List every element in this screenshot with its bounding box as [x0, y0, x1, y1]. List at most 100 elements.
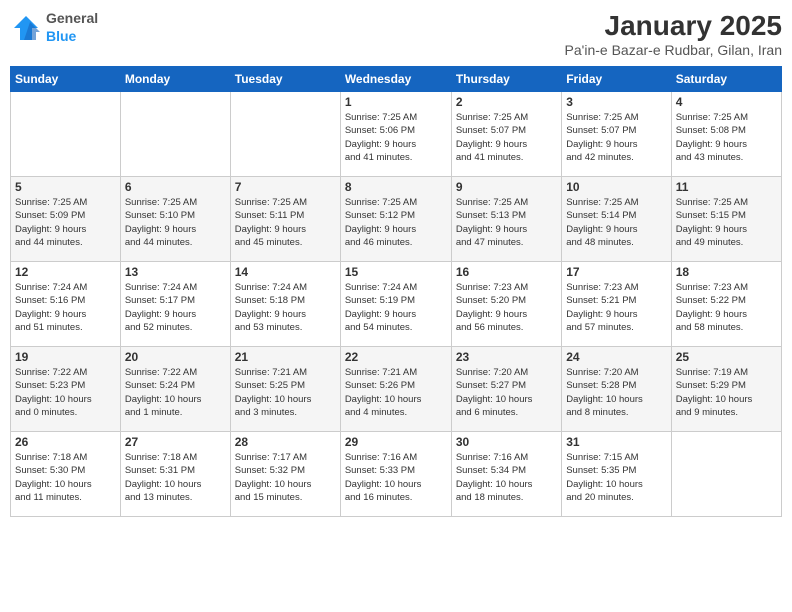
cell-week5-day2: 27 Sunrise: 7:18 AM Sunset: 5:31 PM Dayli… — [120, 432, 230, 517]
cell-week2-day1: 5Sunrise: 7:25 AM Sunset: 5:09 PM Daylig… — [11, 177, 121, 262]
day-info: Sunrise: 7:21 AM Sunset: 5:26 PM Dayligh… — [345, 366, 447, 419]
cell-week3-day6: 17 Sunrise: 7:23 AM Sunset: 5:21 PM Dayli… — [562, 262, 671, 347]
cell-week2-day5: 9Sunrise: 7:25 AM Sunset: 5:13 PM Daylig… — [451, 177, 561, 262]
cell-week1-day7: 4 Sunrise: 7:25 AM Sunset: 5:08 PM Daylig… — [671, 92, 781, 177]
cell-week4-day5: 23 Sunrise: 7:20 AM Sunset: 5:27 PM Dayli… — [451, 347, 561, 432]
main-title: January 2025 — [565, 10, 782, 42]
logo-icon — [10, 14, 42, 42]
day-info: Sunrise: 7:22 AM Sunset: 5:23 PM Dayligh… — [15, 366, 116, 419]
cell-week3-day2: 13 Sunrise: 7:24 AM Sunset: 5:17 PM Dayli… — [120, 262, 230, 347]
week-row-3: 12Sunrise: 7:24 AM Sunset: 5:16 PM Dayli… — [11, 262, 782, 347]
day-number: 13 — [125, 265, 226, 279]
day-info: Sunrise: 7:18 AM Sunset: 5:30 PM Dayligh… — [15, 451, 116, 504]
day-number: 10 — [566, 180, 666, 194]
week-row-5: 26 Sunrise: 7:18 AM Sunset: 5:30 PM Dayli… — [11, 432, 782, 517]
day-number: 2 — [456, 95, 557, 109]
day-number: 26 — [15, 435, 116, 449]
day-info: Sunrise: 7:25 AM Sunset: 5:08 PM Dayligh… — [676, 111, 777, 164]
week-row-4: 19 Sunrise: 7:22 AM Sunset: 5:23 PM Dayli… — [11, 347, 782, 432]
day-number: 1 — [345, 95, 447, 109]
day-info: Sunrise: 7:25 AM Sunset: 5:10 PM Dayligh… — [125, 196, 226, 249]
cell-week3-day7: 18 Sunrise: 7:23 AM Sunset: 5:22 PM Dayli… — [671, 262, 781, 347]
day-info: Sunrise: 7:25 AM Sunset: 5:11 PM Dayligh… — [235, 196, 336, 249]
calendar-header-row: Sunday Monday Tuesday Wednesday Thursday… — [11, 67, 782, 92]
header-saturday: Saturday — [671, 67, 781, 92]
header: General Blue January 2025 Pa'in-e Bazar-… — [10, 10, 782, 58]
cell-week5-day5: 30 Sunrise: 7:16 AM Sunset: 5:34 PM Dayli… — [451, 432, 561, 517]
cell-week1-day1 — [11, 92, 121, 177]
header-sunday: Sunday — [11, 67, 121, 92]
cell-week1-day5: 2 Sunrise: 7:25 AM Sunset: 5:07 PM Daylig… — [451, 92, 561, 177]
day-info: Sunrise: 7:24 AM Sunset: 5:17 PM Dayligh… — [125, 281, 226, 334]
day-number: 23 — [456, 350, 557, 364]
day-number: 15 — [345, 265, 447, 279]
header-monday: Monday — [120, 67, 230, 92]
cell-week5-day1: 26 Sunrise: 7:18 AM Sunset: 5:30 PM Dayli… — [11, 432, 121, 517]
day-info: Sunrise: 7:16 AM Sunset: 5:34 PM Dayligh… — [456, 451, 557, 504]
cell-week4-day6: 24Sunrise: 7:20 AM Sunset: 5:28 PM Dayli… — [562, 347, 671, 432]
day-number: 7 — [235, 180, 336, 194]
day-number: 21 — [235, 350, 336, 364]
day-number: 4 — [676, 95, 777, 109]
day-info: Sunrise: 7:25 AM Sunset: 5:07 PM Dayligh… — [566, 111, 666, 164]
day-info: Sunrise: 7:21 AM Sunset: 5:25 PM Dayligh… — [235, 366, 336, 419]
day-info: Sunrise: 7:19 AM Sunset: 5:29 PM Dayligh… — [676, 366, 777, 419]
week-row-1: 1 Sunrise: 7:25 AM Sunset: 5:06 PM Daylig… — [11, 92, 782, 177]
day-info: Sunrise: 7:25 AM Sunset: 5:07 PM Dayligh… — [456, 111, 557, 164]
calendar: Sunday Monday Tuesday Wednesday Thursday… — [10, 66, 782, 517]
day-number: 19 — [15, 350, 116, 364]
day-info: Sunrise: 7:25 AM Sunset: 5:15 PM Dayligh… — [676, 196, 777, 249]
day-info: Sunrise: 7:20 AM Sunset: 5:28 PM Dayligh… — [566, 366, 666, 419]
cell-week1-day6: 3Sunrise: 7:25 AM Sunset: 5:07 PM Daylig… — [562, 92, 671, 177]
cell-week2-day4: 8 Sunrise: 7:25 AM Sunset: 5:12 PM Daylig… — [340, 177, 451, 262]
cell-week2-day2: 6 Sunrise: 7:25 AM Sunset: 5:10 PM Daylig… — [120, 177, 230, 262]
day-number: 31 — [566, 435, 666, 449]
cell-week4-day3: 21 Sunrise: 7:21 AM Sunset: 5:25 PM Dayli… — [230, 347, 340, 432]
logo-general: General — [46, 10, 98, 26]
header-thursday: Thursday — [451, 67, 561, 92]
day-number: 8 — [345, 180, 447, 194]
day-info: Sunrise: 7:22 AM Sunset: 5:24 PM Dayligh… — [125, 366, 226, 419]
week-row-2: 5Sunrise: 7:25 AM Sunset: 5:09 PM Daylig… — [11, 177, 782, 262]
header-friday: Friday — [562, 67, 671, 92]
cell-week3-day5: 16Sunrise: 7:23 AM Sunset: 5:20 PM Dayli… — [451, 262, 561, 347]
cell-week5-day4: 29Sunrise: 7:16 AM Sunset: 5:33 PM Dayli… — [340, 432, 451, 517]
page: General Blue January 2025 Pa'in-e Bazar-… — [0, 0, 792, 612]
day-number: 14 — [235, 265, 336, 279]
cell-week2-day7: 11Sunrise: 7:25 AM Sunset: 5:15 PM Dayli… — [671, 177, 781, 262]
cell-week3-day3: 14 Sunrise: 7:24 AM Sunset: 5:18 PM Dayli… — [230, 262, 340, 347]
cell-week2-day3: 7 Sunrise: 7:25 AM Sunset: 5:11 PM Daylig… — [230, 177, 340, 262]
day-info: Sunrise: 7:25 AM Sunset: 5:13 PM Dayligh… — [456, 196, 557, 249]
day-info: Sunrise: 7:20 AM Sunset: 5:27 PM Dayligh… — [456, 366, 557, 419]
cell-week1-day2 — [120, 92, 230, 177]
day-number: 27 — [125, 435, 226, 449]
day-info: Sunrise: 7:25 AM Sunset: 5:12 PM Dayligh… — [345, 196, 447, 249]
header-wednesday: Wednesday — [340, 67, 451, 92]
day-info: Sunrise: 7:24 AM Sunset: 5:18 PM Dayligh… — [235, 281, 336, 334]
day-info: Sunrise: 7:24 AM Sunset: 5:19 PM Dayligh… — [345, 281, 447, 334]
day-number: 18 — [676, 265, 777, 279]
subtitle: Pa'in-e Bazar-e Rudbar, Gilan, Iran — [565, 42, 782, 58]
day-number: 17 — [566, 265, 666, 279]
cell-week1-day4: 1 Sunrise: 7:25 AM Sunset: 5:06 PM Daylig… — [340, 92, 451, 177]
header-tuesday: Tuesday — [230, 67, 340, 92]
day-info: Sunrise: 7:23 AM Sunset: 5:20 PM Dayligh… — [456, 281, 557, 334]
day-info: Sunrise: 7:15 AM Sunset: 5:35 PM Dayligh… — [566, 451, 666, 504]
day-number: 29 — [345, 435, 447, 449]
day-number: 6 — [125, 180, 226, 194]
day-number: 28 — [235, 435, 336, 449]
day-info: Sunrise: 7:17 AM Sunset: 5:32 PM Dayligh… — [235, 451, 336, 504]
cell-week2-day6: 10 Sunrise: 7:25 AM Sunset: 5:14 PM Dayli… — [562, 177, 671, 262]
logo-text: General Blue — [46, 10, 98, 46]
day-info: Sunrise: 7:18 AM Sunset: 5:31 PM Dayligh… — [125, 451, 226, 504]
logo-blue: Blue — [46, 28, 76, 44]
logo: General Blue — [10, 10, 98, 46]
day-info: Sunrise: 7:25 AM Sunset: 5:14 PM Dayligh… — [566, 196, 666, 249]
day-info: Sunrise: 7:25 AM Sunset: 5:06 PM Dayligh… — [345, 111, 447, 164]
day-info: Sunrise: 7:23 AM Sunset: 5:22 PM Dayligh… — [676, 281, 777, 334]
day-number: 30 — [456, 435, 557, 449]
day-info: Sunrise: 7:23 AM Sunset: 5:21 PM Dayligh… — [566, 281, 666, 334]
cell-week5-day3: 28 Sunrise: 7:17 AM Sunset: 5:32 PM Dayli… — [230, 432, 340, 517]
day-info: Sunrise: 7:25 AM Sunset: 5:09 PM Dayligh… — [15, 196, 116, 249]
cell-week3-day1: 12Sunrise: 7:24 AM Sunset: 5:16 PM Dayli… — [11, 262, 121, 347]
